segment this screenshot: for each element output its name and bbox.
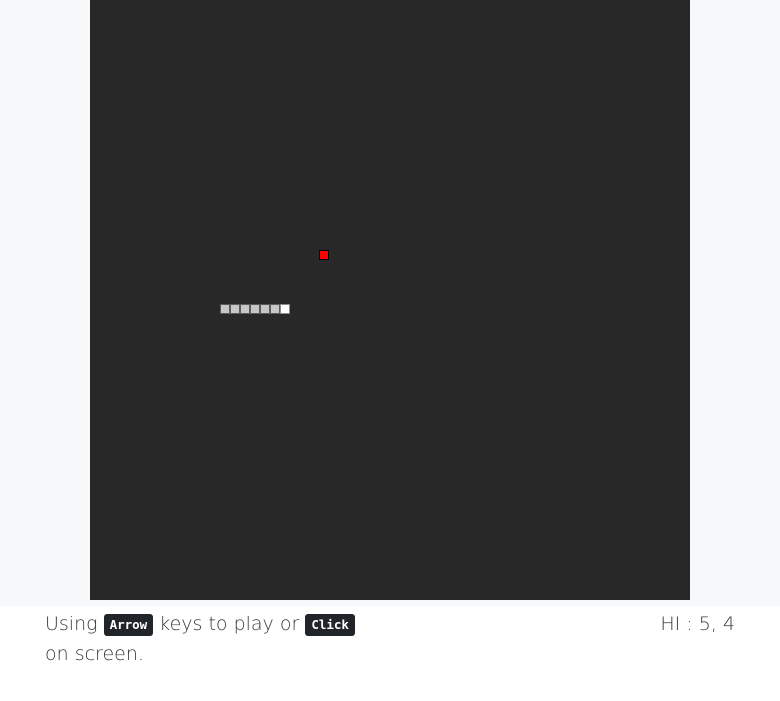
snake-segment xyxy=(220,304,230,314)
snake-segment xyxy=(250,304,260,314)
high-score: HI : 5, 4 xyxy=(660,609,735,639)
snake-head xyxy=(280,304,290,314)
snake-segment xyxy=(240,304,250,314)
food-pellet xyxy=(319,250,329,260)
footer: Using Arrow keys to play or Click on scr… xyxy=(45,606,735,701)
snake-segment xyxy=(230,304,240,314)
instruction-suffix: on screen. xyxy=(45,643,144,665)
hiscore-label: HI : xyxy=(660,613,693,635)
snake-segment xyxy=(260,304,270,314)
arrow-key-badge: Arrow xyxy=(103,614,154,636)
game-board[interactable] xyxy=(90,0,690,600)
hiscore-value: 5, 4 xyxy=(698,613,735,635)
instructions-text: Using Arrow keys to play or Click on scr… xyxy=(45,609,375,669)
instruction-prefix: Using xyxy=(45,613,98,635)
instruction-middle: keys to play or xyxy=(159,613,300,635)
snake-segment xyxy=(270,304,280,314)
click-key-badge: Click xyxy=(305,614,355,636)
